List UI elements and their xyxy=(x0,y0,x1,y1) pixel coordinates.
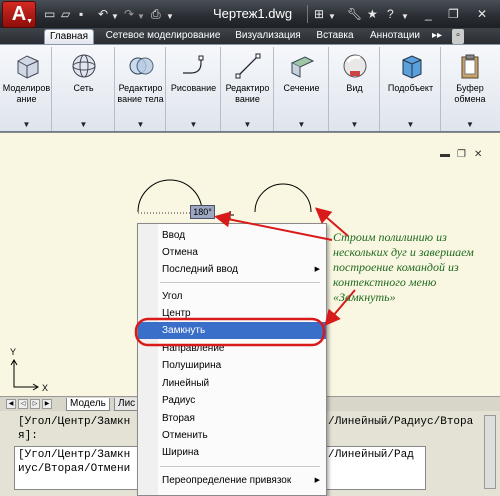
highlight-ellipse xyxy=(134,317,326,347)
annotation-note: Строим полилинию из нескольких дуг и зав… xyxy=(333,230,474,304)
annotation-arrow xyxy=(214,211,333,241)
